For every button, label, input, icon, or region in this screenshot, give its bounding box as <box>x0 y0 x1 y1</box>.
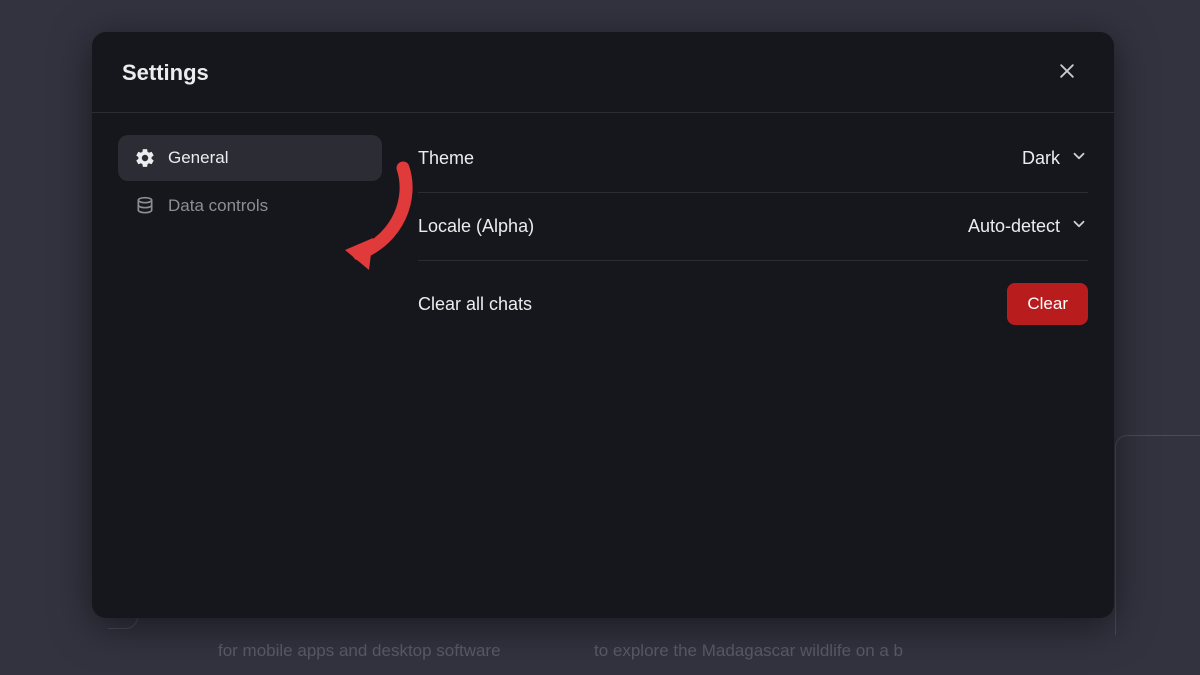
modal-title: Settings <box>122 60 209 86</box>
theme-select[interactable]: Dark <box>1022 147 1088 170</box>
settings-content: Theme Dark Locale (Alpha) Auto-detect <box>382 135 1088 596</box>
select-value: Auto-detect <box>968 216 1060 237</box>
settings-sidebar: General Data controls <box>118 135 382 596</box>
setting-row-clear: Clear all chats Clear <box>418 261 1088 347</box>
setting-label: Theme <box>418 148 474 169</box>
sidebar-item-data-controls[interactable]: Data controls <box>118 183 382 229</box>
setting-row-locale: Locale (Alpha) Auto-detect <box>418 193 1088 261</box>
gear-icon <box>134 147 156 169</box>
chevron-down-icon <box>1070 147 1088 170</box>
background-card-fragment <box>1115 435 1200 635</box>
close-button[interactable] <box>1050 56 1084 90</box>
settings-modal: Settings General <box>92 32 1114 618</box>
chevron-down-icon <box>1070 215 1088 238</box>
setting-row-theme: Theme Dark <box>418 141 1088 193</box>
sidebar-item-label: Data controls <box>168 196 268 216</box>
sidebar-item-label: General <box>168 148 228 168</box>
database-icon <box>134 195 156 217</box>
select-value: Dark <box>1022 148 1060 169</box>
background-text: to explore the Madagascar wildlife on a … <box>594 641 903 661</box>
background-text: for mobile apps and desktop software <box>218 641 501 661</box>
close-icon <box>1057 61 1077 86</box>
clear-button[interactable]: Clear <box>1007 283 1088 325</box>
setting-label: Locale (Alpha) <box>418 216 534 237</box>
setting-label: Clear all chats <box>418 294 532 315</box>
sidebar-item-general[interactable]: General <box>118 135 382 181</box>
modal-body: General Data controls Theme Dark <box>92 113 1114 618</box>
locale-select[interactable]: Auto-detect <box>968 215 1088 238</box>
modal-header: Settings <box>92 32 1114 113</box>
